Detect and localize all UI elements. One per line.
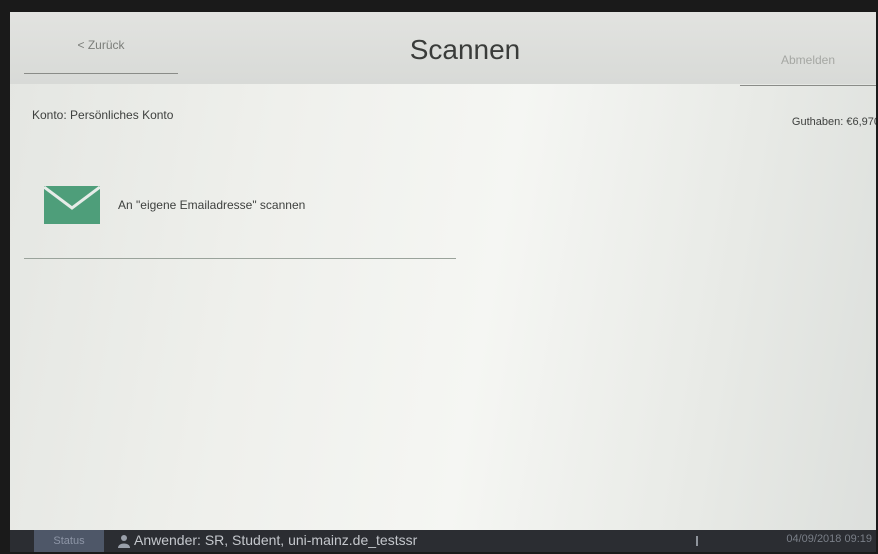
datetime: 04/09/2018 09:19	[786, 533, 872, 545]
status-button[interactable]: Status	[34, 530, 104, 552]
header-bar: < Zurück Scannen Abmelden	[10, 12, 876, 86]
account-label: Konto: Persönliches Konto	[32, 108, 174, 122]
balance-label: Guthaben: €6,970	[791, 116, 876, 128]
back-button[interactable]: < Zurück	[24, 26, 178, 74]
status-bar: Status Anwender: SR, Student, uni-mainz.…	[10, 530, 876, 552]
logout-button[interactable]: Abmelden	[740, 40, 876, 86]
page-title: Scannen	[409, 34, 521, 65]
envelope-icon	[43, 185, 101, 224]
user-info: Anwender: SR, Student, uni-mainz.de_test…	[134, 532, 418, 548]
scan-to-own-email-option[interactable]: An "eigene Emailadresse" scannen	[24, 172, 456, 259]
user-icon	[118, 534, 130, 548]
scan-screen: < Zurück Scannen Abmelden Konto: Persönl…	[10, 12, 876, 552]
scan-option-label: An "eigene Emailadresse" scannen	[118, 198, 306, 212]
status-indicator	[696, 536, 698, 546]
